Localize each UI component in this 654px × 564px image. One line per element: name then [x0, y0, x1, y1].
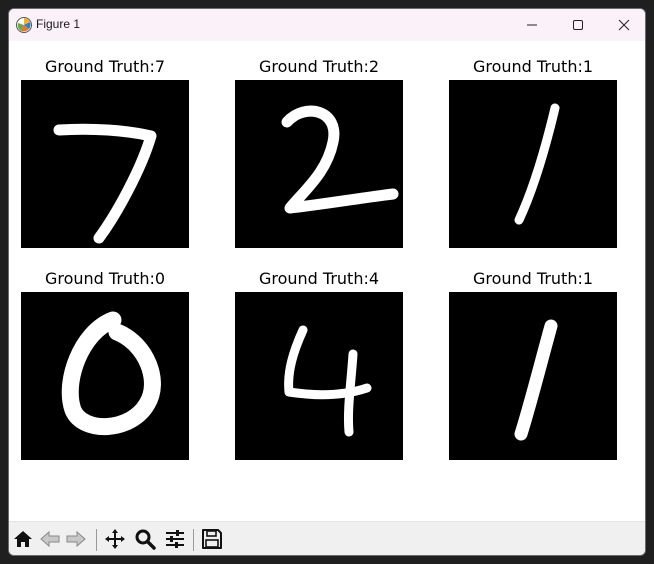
toolbar-separator [96, 529, 97, 551]
digit-image-5 [235, 292, 403, 460]
digit-image-1 [21, 80, 189, 248]
panel-title-1: Ground Truth:7 [44, 57, 166, 76]
home-button[interactable] [10, 528, 36, 554]
panel-title-2: Ground Truth:2 [258, 57, 380, 76]
panel-title-5: Ground Truth:4 [258, 269, 380, 288]
figure-canvas[interactable]: Ground Truth:7 Ground Truth:2 Ground Tru… [9, 41, 645, 521]
back-button[interactable] [37, 528, 63, 554]
save-button[interactable] [199, 528, 225, 554]
panel-title-6: Ground Truth:1 [472, 269, 594, 288]
configure-subplots-icon [164, 528, 186, 554]
maximize-button[interactable] [555, 9, 601, 41]
home-icon [12, 528, 34, 554]
digit-image-3 [449, 80, 617, 248]
pan-button[interactable] [102, 528, 128, 554]
digit-image-2 [235, 80, 403, 248]
toolbar-separator [193, 529, 194, 551]
pan-icon [104, 528, 126, 554]
panel-title-4: Ground Truth:0 [44, 269, 166, 288]
digit-image-4 [21, 292, 189, 460]
figure-window: Figure 1 Ground Truth:7 Ground Truth:2 G… [8, 8, 646, 556]
close-icon [618, 16, 630, 35]
forward-arrow-icon [65, 528, 87, 554]
panel-title-3: Ground Truth:1 [472, 57, 594, 76]
zoom-icon [134, 528, 156, 554]
configure-subplots-button[interactable] [162, 528, 188, 554]
minimize-button[interactable] [509, 9, 555, 41]
zoom-button[interactable] [132, 528, 158, 554]
back-arrow-icon [39, 528, 61, 554]
title-bar[interactable]: Figure 1 [9, 9, 645, 41]
maximize-icon [572, 16, 584, 35]
matplotlib-app-icon [15, 16, 33, 34]
forward-button[interactable] [63, 528, 89, 554]
digit-image-6 [449, 292, 617, 460]
close-button[interactable] [601, 9, 645, 41]
window-title: Figure 1 [36, 17, 81, 31]
minimize-icon [526, 16, 538, 35]
save-icon [201, 528, 223, 554]
navigation-toolbar [9, 521, 645, 555]
